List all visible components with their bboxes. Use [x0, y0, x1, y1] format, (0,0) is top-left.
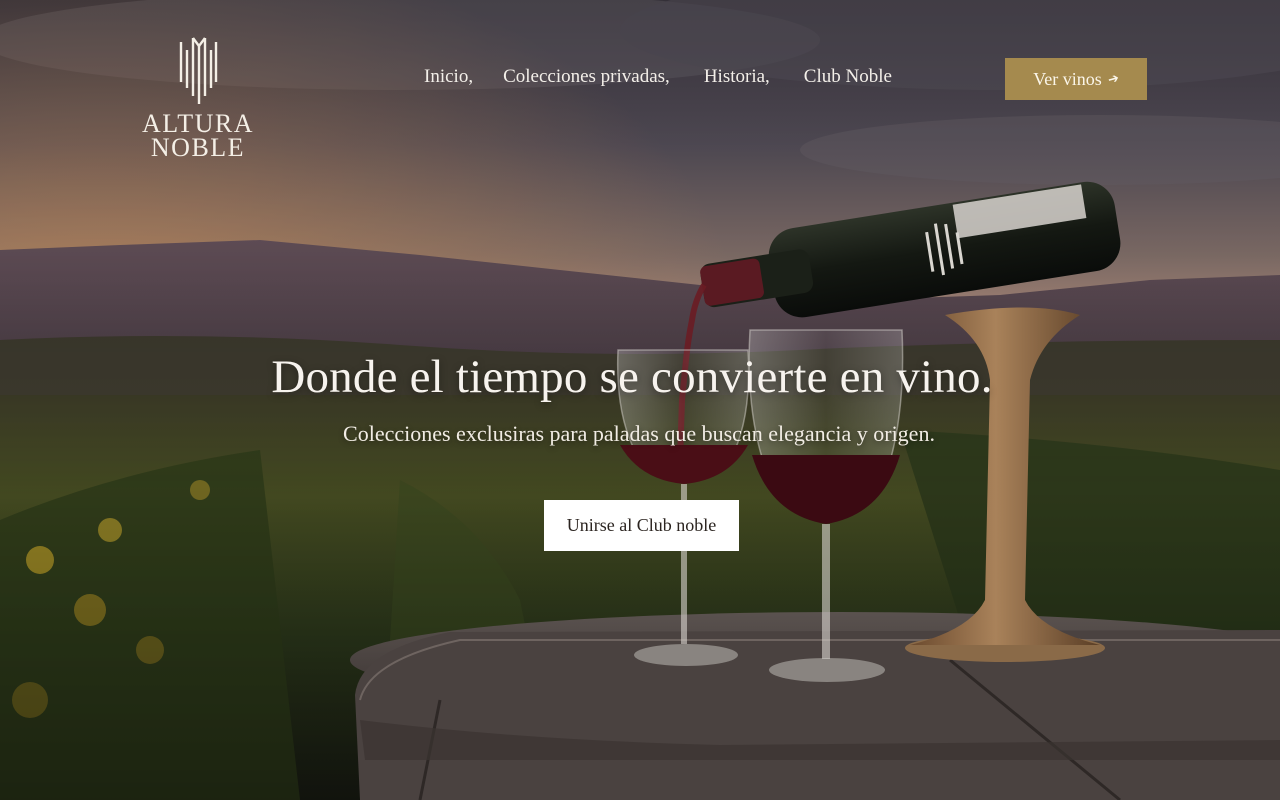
- stylized-pillars-icon: [179, 37, 218, 104]
- brand-logo[interactable]: ALTURA NOBLE: [128, 36, 268, 162]
- view-wines-label: Ver vinos: [1033, 68, 1102, 89]
- join-club-button[interactable]: Unirse al Club noble: [544, 500, 739, 551]
- hero-subheadline: Colecciones exclusiras para paladas que …: [343, 421, 935, 446]
- nav-item-club[interactable]: Club Noble: [804, 66, 892, 88]
- hero-section: ALTURA NOBLE Inicio, Colecciones privada…: [0, 0, 1280, 800]
- hero-headline: Donde el tiempo se convierte en vino.: [271, 351, 993, 403]
- view-wines-button[interactable]: Ver vinos ➔: [1005, 58, 1147, 100]
- nav-item-historia[interactable]: Historia,: [704, 66, 770, 88]
- nav-item-inicio[interactable]: Inicio,: [424, 66, 473, 88]
- nav-item-colecciones[interactable]: Colecciones privadas,: [503, 66, 670, 88]
- main-nav: Inicio, Colecciones privadas, Historia, …: [424, 66, 892, 88]
- brand-name-line2: NOBLE: [150, 133, 246, 162]
- arrow-icon: ➔: [1105, 69, 1121, 88]
